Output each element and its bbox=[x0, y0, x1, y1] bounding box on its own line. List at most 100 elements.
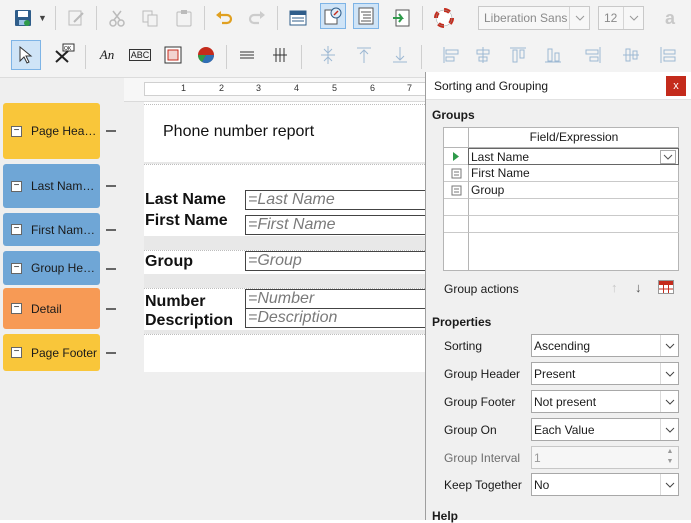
report-title-label[interactable]: Phone number report bbox=[163, 123, 314, 141]
font-name-box[interactable]: Liberation Sans bbox=[478, 6, 590, 30]
ruler-number: 5 bbox=[332, 83, 338, 93]
image-control-icon[interactable] bbox=[160, 42, 186, 68]
section-detail[interactable]: − Detail bbox=[3, 288, 100, 329]
shrink-vertical-icon[interactable] bbox=[315, 42, 341, 68]
redo-icon[interactable] bbox=[244, 5, 270, 31]
shrink-top-icon[interactable] bbox=[351, 42, 377, 68]
group-row-last-name[interactable]: Last Name bbox=[468, 148, 679, 165]
close-button[interactable]: x bbox=[666, 76, 686, 96]
align-distribute-icon[interactable] bbox=[655, 42, 681, 68]
group-field-value: First Name bbox=[471, 166, 530, 180]
delete-group-icon[interactable] bbox=[658, 280, 674, 297]
section-page-header[interactable]: − Page Header bbox=[3, 103, 100, 159]
page-header-band[interactable]: Phone number report bbox=[144, 104, 427, 162]
collapse-icon[interactable]: − bbox=[11, 224, 22, 235]
first-name-field[interactable]: =First Name bbox=[245, 215, 427, 235]
keep-together-value: No bbox=[534, 478, 550, 492]
font-size-box[interactable]: 12 bbox=[598, 6, 644, 30]
toolbar-separator bbox=[277, 6, 278, 30]
section-page-footer[interactable]: − Page Footer bbox=[3, 334, 100, 371]
execute-report-icon[interactable] bbox=[389, 5, 415, 31]
select-pointer-icon[interactable] bbox=[11, 40, 41, 70]
save-dropdown-icon[interactable]: ▼ bbox=[38, 13, 47, 23]
chart-icon[interactable] bbox=[193, 42, 219, 68]
report-navigator-icon[interactable] bbox=[320, 3, 346, 29]
number-field[interactable]: =Number bbox=[245, 289, 427, 309]
group-on-select[interactable]: Each Value bbox=[531, 418, 679, 441]
move-up-icon[interactable]: ↑ bbox=[611, 280, 618, 295]
shrink-bottom-icon[interactable] bbox=[387, 42, 413, 68]
section-last-name-header[interactable]: − Last Name ... bbox=[3, 164, 100, 208]
label-field-icon[interactable]: An bbox=[94, 42, 120, 68]
group-row-group[interactable]: Group bbox=[468, 182, 679, 199]
group-row-empty[interactable] bbox=[468, 199, 679, 216]
section-label: Page Footer bbox=[31, 345, 98, 360]
group-label[interactable]: Group bbox=[145, 253, 193, 271]
chevron-down-icon[interactable] bbox=[569, 7, 589, 29]
vertical-line-icon[interactable] bbox=[267, 42, 293, 68]
font-color-icon[interactable]: a bbox=[657, 5, 683, 31]
collapse-icon[interactable]: − bbox=[11, 347, 22, 358]
align-bottom-icon[interactable] bbox=[540, 42, 566, 68]
chevron-down-icon[interactable] bbox=[660, 391, 678, 412]
collapse-icon[interactable]: − bbox=[11, 262, 22, 274]
keep-together-select[interactable]: No bbox=[531, 473, 679, 496]
align-right-icon[interactable] bbox=[580, 42, 606, 68]
sorting-select[interactable]: Ascending bbox=[531, 334, 679, 357]
group-header-value: Present bbox=[534, 367, 576, 381]
row-header[interactable] bbox=[444, 216, 468, 233]
section-group-header[interactable]: − Group Hea... bbox=[3, 251, 100, 285]
horizontal-line-icon[interactable] bbox=[234, 42, 260, 68]
chevron-down-icon[interactable] bbox=[660, 150, 676, 164]
ruler-track bbox=[144, 82, 427, 96]
page-footer-band[interactable] bbox=[144, 334, 427, 372]
edit-icon[interactable] bbox=[63, 5, 89, 31]
group-footer-select[interactable]: Not present bbox=[531, 390, 679, 413]
chevron-down-icon[interactable] bbox=[623, 7, 643, 29]
copy-icon[interactable] bbox=[137, 5, 163, 31]
description-label[interactable]: Description bbox=[145, 312, 233, 330]
ruler-number: 4 bbox=[294, 83, 300, 93]
collapse-icon[interactable]: − bbox=[11, 125, 22, 137]
text-box-icon[interactable]: ABC bbox=[127, 42, 153, 68]
row-header[interactable] bbox=[444, 182, 468, 199]
description-field[interactable]: =Description bbox=[245, 308, 427, 328]
chevron-down-icon[interactable] bbox=[660, 335, 678, 356]
spin-arrows-icon[interactable]: ▲ ▼ bbox=[662, 447, 678, 468]
cut-icon[interactable] bbox=[104, 5, 130, 31]
first-name-label[interactable]: First Name bbox=[145, 212, 228, 230]
help-lifebuoy-icon[interactable] bbox=[431, 5, 457, 31]
number-label[interactable]: Number bbox=[145, 293, 205, 311]
save-icon[interactable] bbox=[10, 5, 36, 31]
move-down-icon[interactable]: ↓ bbox=[635, 280, 642, 295]
section-marker bbox=[106, 130, 116, 132]
group-row-first-name[interactable]: First Name bbox=[468, 165, 679, 182]
row-header[interactable] bbox=[444, 199, 468, 216]
group-interval-spinner[interactable]: 1 ▲ ▼ bbox=[531, 446, 679, 469]
collapse-icon[interactable]: − bbox=[11, 303, 22, 314]
section-marker bbox=[106, 185, 116, 187]
align-middle-icon[interactable] bbox=[618, 42, 644, 68]
group-footer-label: Group Footer bbox=[444, 395, 516, 409]
add-field-icon[interactable] bbox=[285, 5, 311, 31]
select-tools-icon[interactable]: OK bbox=[51, 41, 77, 67]
align-top-icon[interactable] bbox=[505, 42, 531, 68]
chevron-down-icon[interactable] bbox=[660, 363, 678, 384]
sorting-grouping-icon[interactable] bbox=[353, 3, 379, 29]
ruler-number: 6 bbox=[370, 83, 376, 93]
collapse-icon[interactable]: − bbox=[11, 180, 22, 192]
last-name-label[interactable]: Last Name bbox=[145, 191, 226, 209]
section-first-name-header[interactable]: − First Name ... bbox=[3, 213, 100, 246]
group-field[interactable]: =Group bbox=[245, 251, 427, 271]
last-name-field[interactable]: =Last Name bbox=[245, 190, 427, 210]
group-row-empty[interactable] bbox=[468, 216, 679, 233]
align-left-icon[interactable] bbox=[438, 42, 464, 68]
row-header[interactable] bbox=[444, 148, 468, 165]
paste-icon[interactable] bbox=[171, 5, 197, 31]
chevron-down-icon[interactable] bbox=[660, 474, 678, 495]
group-header-select[interactable]: Present bbox=[531, 362, 679, 385]
row-header[interactable] bbox=[444, 165, 468, 182]
undo-icon[interactable] bbox=[211, 5, 237, 31]
align-center-icon[interactable] bbox=[470, 42, 496, 68]
chevron-down-icon[interactable] bbox=[660, 419, 678, 440]
